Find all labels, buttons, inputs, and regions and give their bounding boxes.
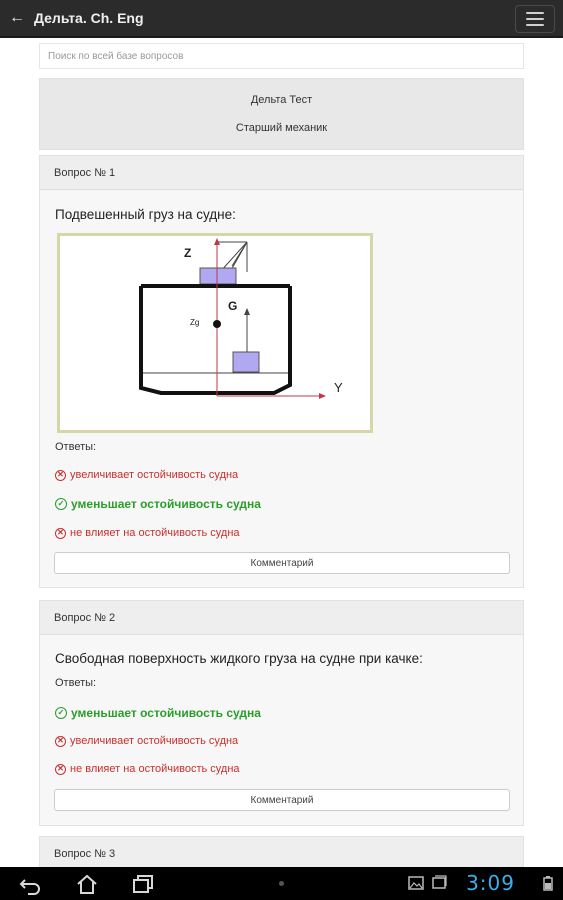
gallery-icon (431, 875, 447, 891)
app-bar: ← Дельта. Ch. Eng (0, 0, 563, 38)
answers-label: Ответы: (55, 441, 97, 453)
back-button[interactable]: ← (0, 0, 34, 37)
system-nav-bar: 3:09 (0, 867, 563, 900)
recent-apps-button[interactable] (130, 873, 156, 895)
x-circle-icon: ✕ (55, 735, 66, 747)
answer-item: ✕ увеличивает остойчивость судна (55, 469, 238, 481)
answer-text: увеличивает остойчивость судна (70, 469, 239, 481)
question-card-3: Вопрос № 3 (39, 836, 524, 867)
question-header: Вопрос № 1 (40, 156, 523, 190)
comment-button[interactable]: Комментарий (54, 789, 510, 811)
nav-dot (279, 881, 284, 886)
check-circle-icon: ✓ (55, 707, 67, 719)
battery-icon (540, 875, 556, 891)
question-card-2: Вопрос № 2 Свободная поверхность жидкого… (39, 600, 524, 826)
recent-apps-icon (133, 875, 153, 893)
answers-label: Ответы: (55, 677, 97, 689)
clock-time: 3:09 (466, 871, 515, 895)
test-info-box: Дельта Тест Старший механик (39, 78, 524, 150)
answer-text: уменьшает остойчивость судна (71, 497, 261, 511)
answer-item: ✕ увеличивает остойчивость судна (55, 735, 238, 747)
home-icon (77, 874, 97, 894)
comment-button[interactable]: Комментарий (54, 552, 510, 574)
image-icon (408, 875, 424, 891)
question-text: Свободная поверхность жидкого груза на с… (55, 651, 423, 666)
search-input[interactable] (39, 43, 524, 69)
question-diagram: Z G Zg Y (57, 233, 373, 433)
answer-text: уменьшает остойчивость судна (71, 706, 261, 720)
answer-item: ✕ не влияет на остойчивость судна (55, 763, 240, 775)
stability-diagram: Z G Zg Y (139, 238, 343, 399)
diagram-label-g: G (228, 299, 237, 313)
question-text: Подвешенный груз на судне: (55, 207, 236, 222)
question-card-1: Вопрос № 1 Подвешенный груз на судне: Z … (39, 155, 524, 588)
diagram-label-y: Y (334, 380, 343, 395)
diagram-label-z: Z (184, 246, 191, 260)
x-circle-icon: ✕ (55, 469, 66, 481)
back-nav-button[interactable] (18, 873, 44, 895)
answer-item-correct: ✓ уменьшает остойчивость судна (55, 706, 261, 720)
hamburger-line (526, 24, 544, 26)
hamburger-line (526, 18, 544, 20)
undo-arrow-icon (19, 879, 40, 895)
menu-button[interactable] (515, 5, 555, 33)
question-header: Вопрос № 3 (40, 837, 523, 867)
main-content[interactable]: Дельта Тест Старший механик Вопрос № 1 П… (0, 40, 563, 867)
test-name: Дельта Тест (250, 94, 313, 106)
answer-item-correct: ✓ уменьшает остойчивость судна (55, 497, 261, 511)
arrow-left-icon: ← (9, 9, 25, 26)
hamburger-icon (526, 12, 544, 14)
answer-text: не влияет на остойчивость судна (70, 763, 240, 775)
test-position: Старший механик (235, 122, 328, 134)
app-title: Дельта. Ch. Eng (34, 10, 144, 26)
answer-text: увеличивает остойчивость судна (70, 735, 239, 747)
diagram-label-zg: Zg (190, 318, 199, 327)
question-header: Вопрос № 2 (40, 601, 523, 635)
answer-text: не влияет на остойчивость судна (70, 527, 240, 539)
x-circle-icon: ✕ (55, 527, 66, 539)
home-nav-button[interactable] (74, 873, 100, 895)
answer-item: ✕ не влияет на остойчивость судна (55, 527, 240, 539)
check-circle-icon: ✓ (55, 498, 67, 510)
x-circle-icon: ✕ (55, 763, 66, 775)
